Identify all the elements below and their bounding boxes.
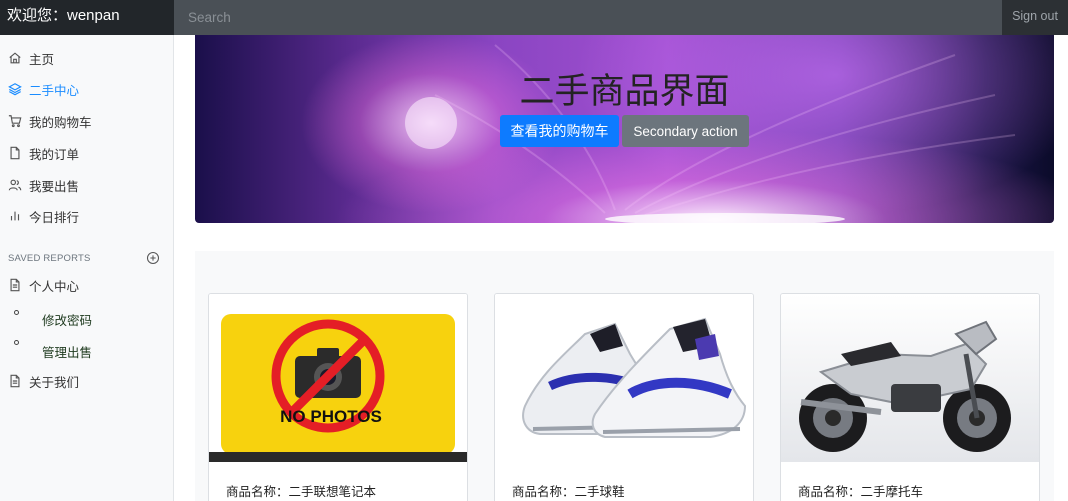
product-name: 商品名称：二手摩托车 [798,485,924,499]
sidebar-subitem-change-password[interactable]: 修改密码 [42,310,92,329]
bullet-icon [14,310,19,315]
product-card[interactable]: NO PHOTOS 商品名称：二手联想笔记本 [208,293,468,501]
file-icon [10,146,20,160]
sidebar-item-label: 二手中心 [29,83,80,98]
sidebar-subitem-manage-sales[interactable]: 管理出售 [42,342,92,361]
product-name: 商品名称：二手球鞋 [512,485,625,499]
hero-banner: 二手商品界面 查看我的购物车 Secondary action [195,35,1054,223]
product-card[interactable]: 商品名称：二手球鞋 [494,293,754,501]
document-icon [10,374,20,388]
users-icon [8,179,22,191]
product-album: NO PHOTOS 商品名称：二手联想笔记本 商品名称：二手球鞋 商品名称：二手… [195,251,1054,501]
saved-reports-heading: SAVED REPORTS [8,253,91,264]
sidebar-item-sell[interactable]: 我要出售 [8,174,79,196]
sidebar-item-label: 我的订单 [29,147,80,162]
cart-icon [8,115,22,128]
product-image-motorcycle [781,294,1039,462]
layers-icon [8,83,22,96]
product-image-no-photos: NO PHOTOS [209,294,467,462]
sidebar: 主页 二手中心 我的购物车 我的订单 我要出售 今日排行 SAVED REPOR… [0,35,174,501]
sidebar-item-label: 我要出售 [29,179,80,194]
product-name: 商品名称：二手联想笔记本 [226,485,377,499]
secondary-action-button[interactable]: Secondary action [622,115,749,147]
sidebar-item-orders[interactable]: 我的订单 [8,142,79,164]
sidebar-item-label: 今日排行 [29,210,80,225]
sidebar-item-secondhand-center[interactable]: 二手中心 [8,78,79,100]
search-input[interactable] [174,0,1002,35]
bullet-icon [14,340,19,345]
page-title: 二手商品界面 [519,72,730,112]
view-cart-button[interactable]: 查看我的购物车 [500,115,619,147]
no-photos-caption: NO PHOTOS [280,407,382,426]
sidebar-item-home[interactable]: 主页 [8,47,54,69]
plus-circle-icon[interactable] [146,251,160,265]
sidebar-item-label: 个人中心 [29,279,80,294]
home-icon [9,52,21,64]
product-card[interactable]: 商品名称：二手摩托车 [780,293,1040,501]
sign-out-link[interactable]: Sign out [1002,0,1068,35]
sidebar-item-label: 关于我们 [29,375,80,390]
product-image-sneakers [495,294,753,462]
brand-welcome[interactable]: 欢迎您：wenpan [0,0,174,35]
sidebar-item-label: 我的购物车 [29,115,92,130]
sidebar-item-cart[interactable]: 我的购物车 [8,110,92,132]
bar-chart-icon [10,211,20,221]
sidebar-item-personal-center[interactable]: 个人中心 [8,274,79,296]
sidebar-item-label: 主页 [29,52,55,67]
sidebar-item-about[interactable]: 关于我们 [8,370,79,392]
top-navbar: 欢迎您：wenpan Sign out [0,0,1068,35]
sidebar-item-ranking[interactable]: 今日排行 [8,205,79,227]
document-icon [10,278,20,292]
